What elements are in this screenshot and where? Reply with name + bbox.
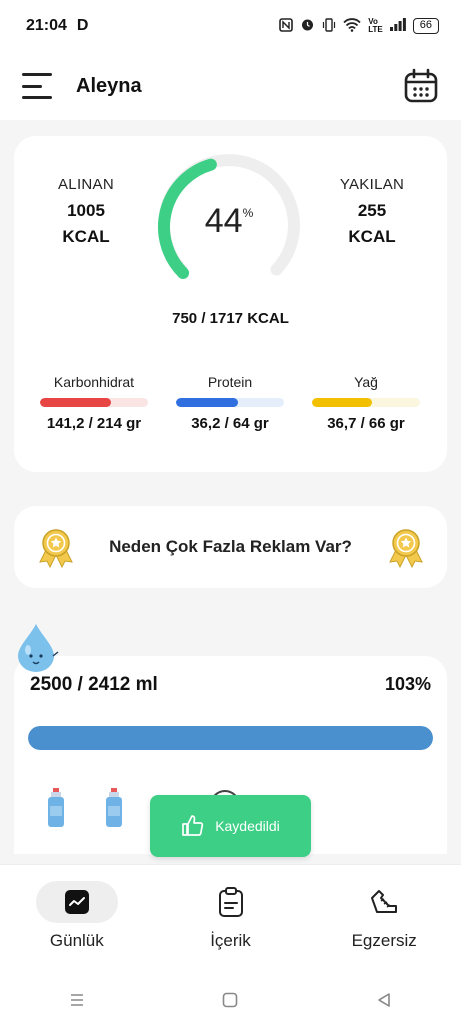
tab-content-icon-wrap bbox=[190, 881, 272, 923]
macro-carbs-label: Karbonhidrat bbox=[53, 374, 135, 390]
calories-burned: YAKILAN 255 KCAL bbox=[317, 176, 427, 247]
calories-taken-label: ALINAN bbox=[58, 176, 114, 193]
recent-apps-icon[interactable] bbox=[65, 988, 89, 1012]
macro-fat: Yağ 36,7 / 66 gr bbox=[312, 374, 420, 432]
macro-protein: Protein 36,2 / 64 gr bbox=[176, 374, 284, 432]
macro-carbs-bar bbox=[40, 398, 148, 407]
calorie-percent: 44% bbox=[156, 202, 302, 241]
back-icon[interactable] bbox=[372, 988, 396, 1012]
macro-carbs-fill bbox=[40, 398, 112, 407]
page-title: Aleyna bbox=[76, 74, 142, 97]
calories-taken-value: 1005 bbox=[67, 201, 105, 220]
macro-carbs-value: 141,2 / 214 gr bbox=[46, 415, 142, 432]
calories-burned-unit: KCAL bbox=[348, 227, 396, 246]
wifi-icon bbox=[343, 17, 361, 35]
water-progress-fill bbox=[28, 726, 433, 750]
calories-taken-unit: KCAL bbox=[62, 227, 110, 246]
tab-content-label: İçerik bbox=[210, 931, 251, 950]
water-bottle-icon[interactable] bbox=[104, 788, 124, 828]
carrier-icon: D bbox=[76, 17, 89, 34]
medal-icon bbox=[39, 529, 73, 568]
macro-fat-bar bbox=[312, 398, 420, 407]
tab-exercise-icon-wrap bbox=[343, 881, 425, 923]
saved-toast: Kaydedildi bbox=[150, 795, 311, 857]
calories-burned-label: YAKILAN bbox=[339, 176, 405, 193]
bottom-tab-bar: Günlük İçerik Egzersiz bbox=[0, 864, 461, 976]
macro-protein-bar bbox=[176, 398, 284, 407]
medal-icon bbox=[389, 529, 423, 568]
water-bottle-icon[interactable] bbox=[46, 788, 66, 828]
percent-sign: % bbox=[242, 206, 254, 220]
sneaker-icon bbox=[371, 890, 398, 913]
ad-text: Neden Çok Fazla Reklam Var? bbox=[109, 537, 352, 556]
water-percent: 103% bbox=[384, 674, 431, 694]
macro-fat-value: 36,7 / 66 gr bbox=[327, 415, 405, 432]
vibrate-icon bbox=[322, 17, 336, 35]
macro-protein-fill bbox=[176, 398, 238, 407]
alarm-icon bbox=[300, 17, 315, 35]
tab-daily-icon-wrap bbox=[35, 881, 118, 923]
tab-exercise-label: Egzersiz bbox=[351, 931, 417, 950]
calorie-total: 750 / 1717 KCAL bbox=[172, 310, 289, 327]
nfc-icon bbox=[279, 17, 294, 35]
status-bar: 21:04 D Vo LTE 66 bbox=[0, 0, 461, 52]
signal-icon bbox=[389, 18, 406, 34]
calorie-summary-card: ALINAN 1005 KCAL 44% YAKILAN 255 KCAL 75… bbox=[14, 136, 447, 472]
tab-exercise[interactable]: Egzersiz bbox=[307, 865, 461, 976]
status-time: 21:04 bbox=[26, 17, 67, 34]
home-icon[interactable] bbox=[218, 988, 242, 1012]
macro-carbs: Karbonhidrat 141,2 / 214 gr bbox=[40, 374, 148, 432]
calories-burned-value: 255 bbox=[357, 201, 387, 220]
macro-protein-label: Protein bbox=[207, 374, 253, 390]
menu-icon[interactable] bbox=[22, 73, 54, 99]
macro-fat-label: Yağ bbox=[354, 374, 378, 390]
tab-daily-label: Günlük bbox=[49, 931, 104, 950]
tab-content[interactable]: İçerik bbox=[154, 865, 308, 976]
water-droplet-mascot-icon bbox=[18, 624, 59, 672]
tab-daily[interactable]: Günlük bbox=[0, 865, 154, 976]
ad-info-card[interactable]: Neden Çok Fazla Reklam Var? bbox=[14, 506, 447, 588]
app-header: Aleyna bbox=[0, 52, 461, 120]
thumbs-up-icon bbox=[182, 815, 204, 836]
system-nav-bar bbox=[0, 976, 461, 1024]
calories-taken: ALINAN 1005 KCAL bbox=[31, 176, 141, 247]
macro-protein-value: 36,2 / 64 gr bbox=[191, 415, 269, 432]
clipboard-icon bbox=[218, 887, 243, 917]
calorie-percent-value: 44 bbox=[204, 202, 243, 240]
water-progress-bar bbox=[28, 726, 433, 750]
trend-chart-icon bbox=[64, 890, 89, 914]
battery-icon: 66 bbox=[412, 18, 439, 34]
water-amount: 2500 / 2412 ml bbox=[30, 674, 158, 695]
calendar-icon[interactable] bbox=[403, 68, 439, 104]
toast-text: Kaydedildi bbox=[215, 818, 280, 834]
macro-fat-fill bbox=[312, 398, 373, 407]
volte-icon: Vo LTE bbox=[368, 17, 383, 34]
